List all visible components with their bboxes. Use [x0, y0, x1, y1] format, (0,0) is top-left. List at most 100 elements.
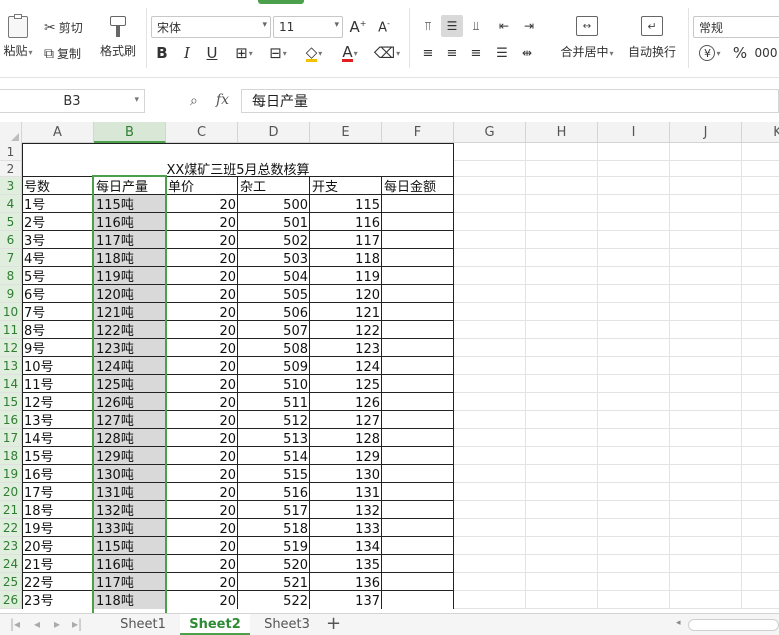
table-cell[interactable]: 10号 — [22, 357, 94, 375]
table-cell[interactable]: 20 — [166, 231, 238, 249]
table-cell[interactable]: 122 — [310, 321, 382, 339]
table-cell[interactable]: 130 — [310, 465, 382, 483]
distributed-button[interactable]: ⇹ — [516, 42, 538, 64]
row-header-10[interactable]: 10 — [0, 303, 22, 321]
table-cell[interactable]: 126吨 — [94, 393, 166, 411]
scroll-left-icon[interactable]: ◂ — [676, 618, 681, 628]
table-cell[interactable]: 20 — [166, 339, 238, 357]
table-cell[interactable] — [382, 303, 454, 321]
table-cell[interactable]: 20 — [166, 411, 238, 429]
table-cell[interactable]: 136 — [310, 573, 382, 591]
table-cell[interactable]: 13号 — [22, 411, 94, 429]
table-cell[interactable]: 5号 — [22, 267, 94, 285]
table-cell[interactable]: 116 — [310, 213, 382, 231]
table-cell[interactable]: 520 — [238, 555, 310, 573]
table-cell[interactable] — [382, 447, 454, 465]
align-top-button[interactable]: ⫪ — [417, 15, 439, 37]
merge-center-button[interactable]: ↔ 合并居中▾ — [556, 16, 618, 60]
table-cell[interactable]: 516 — [238, 483, 310, 501]
table-cell[interactable]: 132 — [310, 501, 382, 519]
table-cell[interactable]: 16号 — [22, 465, 94, 483]
table-cell[interactable]: 502 — [238, 231, 310, 249]
table-cell[interactable]: 21号 — [22, 555, 94, 573]
row-header-17[interactable]: 17 — [0, 429, 22, 447]
column-header-g[interactable]: G — [454, 122, 526, 143]
table-cell[interactable]: 19号 — [22, 519, 94, 537]
fill-color-button[interactable]: ◇ ▾ — [298, 42, 330, 64]
row-header-25[interactable]: 25 — [0, 573, 22, 591]
table-cell[interactable]: 133吨 — [94, 519, 166, 537]
table-cell[interactable]: 515 — [238, 465, 310, 483]
table-cell[interactable]: 20 — [166, 375, 238, 393]
row-header-20[interactable]: 20 — [0, 483, 22, 501]
table-cell[interactable]: 7号 — [22, 303, 94, 321]
table-cell[interactable]: 511 — [238, 393, 310, 411]
table-cell[interactable]: 4号 — [22, 249, 94, 267]
table-cell[interactable]: 510 — [238, 375, 310, 393]
table-cell[interactable]: 20 — [166, 537, 238, 555]
table-cell[interactable]: 123吨 — [94, 339, 166, 357]
header-cell[interactable]: 开支 — [310, 177, 382, 195]
decrease-font-button[interactable]: A- — [373, 16, 395, 38]
table-cell[interactable]: 115吨 — [94, 195, 166, 213]
table-cell[interactable]: 130吨 — [94, 465, 166, 483]
table-cell[interactable]: 121 — [310, 303, 382, 321]
header-cell[interactable]: 每日产量 — [94, 177, 166, 195]
row-header-5[interactable]: 5 — [0, 213, 22, 231]
table-cell[interactable]: 509 — [238, 357, 310, 375]
row-header-19[interactable]: 19 — [0, 465, 22, 483]
row-header-26[interactable]: 26 — [0, 591, 22, 609]
table-cell[interactable] — [382, 285, 454, 303]
table-cell[interactable]: 128吨 — [94, 429, 166, 447]
row-header-21[interactable]: 21 — [0, 501, 22, 519]
table-cell[interactable]: 134 — [310, 537, 382, 555]
name-box[interactable]: B3 ▾ — [0, 89, 145, 113]
table-cell[interactable]: 501 — [238, 213, 310, 231]
italic-button[interactable]: I — [176, 42, 198, 64]
fill-pattern-button[interactable]: ⊟ ▾ — [262, 42, 294, 64]
table-cell[interactable]: 1号 — [22, 195, 94, 213]
table-cell[interactable]: 20 — [166, 483, 238, 501]
table-cell[interactable] — [382, 267, 454, 285]
table-cell[interactable] — [382, 519, 454, 537]
table-cell[interactable] — [382, 357, 454, 375]
first-sheet-icon[interactable]: |◂ — [10, 617, 20, 631]
table-cell[interactable]: 20 — [166, 195, 238, 213]
number-format-select[interactable]: 常规 — [693, 16, 779, 38]
table-cell[interactable] — [382, 555, 454, 573]
table-cell[interactable] — [382, 591, 454, 609]
font-name-select[interactable]: 宋体 ▾ — [151, 16, 271, 38]
column-header-k[interactable]: K — [742, 122, 779, 143]
table-cell[interactable] — [382, 465, 454, 483]
column-header-j[interactable]: J — [670, 122, 742, 143]
table-cell[interactable]: 12号 — [22, 393, 94, 411]
table-cell[interactable] — [382, 231, 454, 249]
table-cell[interactable]: 132吨 — [94, 501, 166, 519]
font-color-button[interactable]: A ▾ — [336, 42, 364, 64]
row-header-23[interactable]: 23 — [0, 537, 22, 555]
table-cell[interactable]: 20 — [166, 501, 238, 519]
table-cell[interactable]: 15号 — [22, 447, 94, 465]
table-cell[interactable]: 513 — [238, 429, 310, 447]
table-cell[interactable]: 14号 — [22, 429, 94, 447]
table-cell[interactable]: 116吨 — [94, 555, 166, 573]
formula-input[interactable]: 每日产量 — [241, 89, 779, 113]
table-cell[interactable]: 20 — [166, 357, 238, 375]
table-cell[interactable]: 128 — [310, 429, 382, 447]
table-cell[interactable] — [382, 411, 454, 429]
increase-font-button[interactable]: A+ — [347, 16, 369, 38]
percent-button[interactable]: % — [729, 42, 751, 64]
table-cell[interactable]: 119 — [310, 267, 382, 285]
table-cell[interactable]: 20 — [166, 321, 238, 339]
table-cell[interactable] — [382, 375, 454, 393]
table-cell[interactable]: 123 — [310, 339, 382, 357]
sheet-title[interactable]: XX煤矿三班5月总数核算 — [22, 143, 454, 179]
row-header-11[interactable]: 11 — [0, 321, 22, 339]
select-all-corner[interactable] — [0, 122, 22, 143]
table-cell[interactable]: 129 — [310, 447, 382, 465]
table-cell[interactable]: 131吨 — [94, 483, 166, 501]
column-header-f[interactable]: F — [382, 122, 454, 143]
table-cell[interactable]: 20 — [166, 249, 238, 267]
table-cell[interactable]: 124 — [310, 357, 382, 375]
table-cell[interactable]: 116吨 — [94, 213, 166, 231]
